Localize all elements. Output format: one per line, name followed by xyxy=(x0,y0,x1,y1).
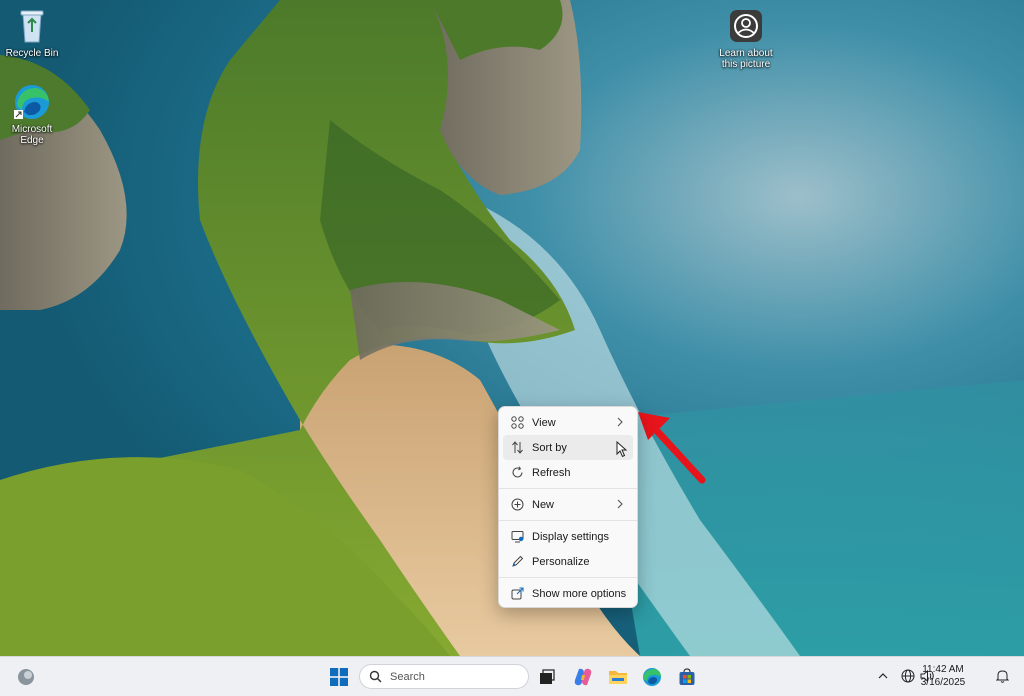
system-clock[interactable]: 11:42 AM 3/16/2025 xyxy=(914,663,972,689)
widgets-button[interactable] xyxy=(12,663,40,691)
file-explorer-button[interactable] xyxy=(604,663,632,691)
store-icon xyxy=(679,668,695,685)
chevron-up-icon xyxy=(878,673,888,679)
chevron-right-icon xyxy=(617,499,623,509)
edge-icon xyxy=(12,82,52,122)
pen-icon xyxy=(510,555,524,569)
notifications-button[interactable] xyxy=(994,665,1010,687)
copilot-button[interactable] xyxy=(569,663,597,691)
clock-date: 3/16/2025 xyxy=(920,677,966,688)
bell-icon xyxy=(995,670,1009,683)
taskbar: 11:42 AM 3/16/2025 xyxy=(0,656,1024,696)
refresh-icon xyxy=(510,466,524,480)
clock-time: 11:42 AM xyxy=(922,664,964,675)
taskbar-search-box[interactable] xyxy=(359,664,529,689)
show-hidden-icons-button[interactable] xyxy=(876,665,890,687)
camera-icon xyxy=(726,6,766,46)
annotation-arrow-icon xyxy=(638,412,706,484)
desktop[interactable]: Recycle Bin Microsoft Edge Learn about t… xyxy=(0,0,1024,656)
menu-item-personalize[interactable]: Personalize xyxy=(503,549,633,574)
sort-icon xyxy=(510,441,524,455)
desktop-icon-learn-about-picture[interactable]: Learn about this picture xyxy=(714,6,778,70)
menu-separator xyxy=(499,488,637,489)
chevron-right-icon xyxy=(617,417,623,427)
desktop-icon-label: Learn about this picture xyxy=(719,48,773,70)
start-icon xyxy=(330,668,348,686)
menu-item-display-settings[interactable]: Display settings xyxy=(503,524,633,549)
menu-item-refresh[interactable]: Refresh xyxy=(503,460,633,485)
store-button[interactable] xyxy=(673,663,701,691)
menu-item-label: Sort by xyxy=(532,441,567,454)
search-input[interactable] xyxy=(390,670,520,683)
grid-icon xyxy=(510,416,524,430)
recycle-bin-icon xyxy=(12,6,52,46)
menu-item-label: View xyxy=(532,416,556,429)
plus-circle-icon xyxy=(510,498,524,512)
task-view-button[interactable] xyxy=(533,663,561,691)
menu-item-label: Show more options xyxy=(532,587,627,600)
desktop-icon-label: Recycle Bin xyxy=(5,48,59,59)
edge-icon xyxy=(643,668,661,686)
menu-item-new[interactable]: New xyxy=(503,492,633,517)
globe-icon xyxy=(901,669,915,683)
menu-item-label: Refresh xyxy=(532,466,571,479)
desktop-icon-edge[interactable]: Microsoft Edge xyxy=(0,82,64,146)
menu-item-label: Display settings xyxy=(532,530,610,543)
task-view-icon xyxy=(540,669,555,684)
menu-item-label: New xyxy=(532,498,555,511)
menu-separator xyxy=(499,520,637,521)
menu-separator xyxy=(499,577,637,578)
menu-item-label: Personalize xyxy=(532,555,590,568)
menu-item-sort-by[interactable]: Sort by xyxy=(503,435,633,460)
menu-item-show-more-options[interactable]: Show more options xyxy=(503,581,633,606)
menu-item-view[interactable]: View xyxy=(503,410,633,435)
start-button[interactable] xyxy=(325,663,353,691)
search-icon xyxy=(369,670,382,683)
desktop-icon-recycle-bin[interactable]: Recycle Bin xyxy=(0,6,64,59)
desktop-icon-label: Microsoft Edge xyxy=(11,124,53,146)
file-explorer-icon xyxy=(609,671,627,684)
desktop-context-menu: View Sort by Refresh New Display setting… xyxy=(498,406,638,608)
copilot-icon xyxy=(574,668,592,686)
edge-taskbar-button[interactable] xyxy=(638,663,666,691)
widgets-icon xyxy=(18,669,34,685)
mouse-cursor-icon xyxy=(616,441,628,458)
display-icon xyxy=(510,530,524,544)
share-icon xyxy=(510,587,524,601)
